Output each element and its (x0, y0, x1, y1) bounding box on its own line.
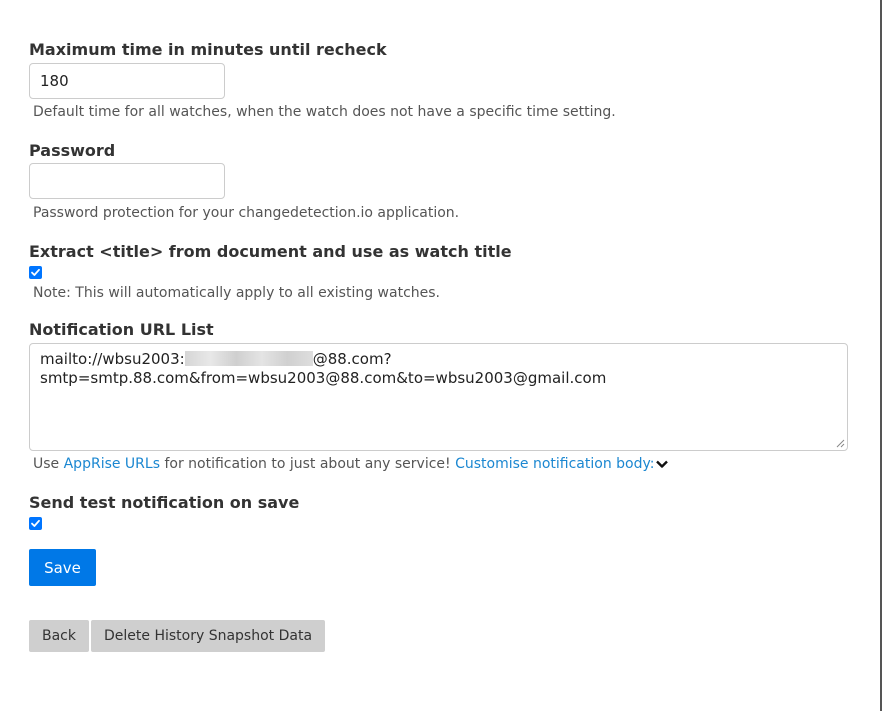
extract-title-help-text: Note: This will automatically apply to a… (33, 285, 440, 301)
notification-url-prefix: mailto://wbsu2003: (40, 350, 185, 368)
recheck-label: Maximum time in minutes until recheck (29, 40, 387, 59)
delete-history-button[interactable]: Delete History Snapshot Data (91, 620, 326, 652)
recheck-help-text: Default time for all watches, when the w… (33, 104, 616, 120)
chevron-down-icon[interactable] (655, 457, 669, 471)
password-input[interactable] (29, 163, 225, 199)
resize-grip-icon[interactable] (836, 439, 845, 448)
notification-url-line-1: mailto://wbsu2003: @88.com? (40, 350, 837, 369)
password-help-text: Password protection for your changedetec… (33, 205, 460, 221)
customise-notification-body-link[interactable]: Customise notification body: (455, 456, 654, 472)
apprise-urls-link[interactable]: AppRise URLs (64, 456, 160, 472)
back-button[interactable]: Back (29, 620, 89, 652)
notification-help-middle: for notification to just about any servi… (160, 456, 456, 472)
notification-urls-textarea[interactable]: mailto://wbsu2003: @88.com? smtp=smtp.88.… (29, 343, 848, 451)
password-label: Password (29, 141, 116, 160)
notification-help-text: Use AppRise URLs for notification to jus… (33, 456, 669, 472)
notification-url-suffix: @88.com? (312, 350, 392, 368)
recheck-minutes-input[interactable] (29, 63, 225, 99)
notification-url-line-2: smtp=smtp.88.com&from=wbsu2003@88.com&to… (40, 369, 607, 387)
notification-urls-label: Notification URL List (29, 320, 214, 339)
notification-help-prefix: Use (33, 456, 64, 472)
send-test-checkbox[interactable] (29, 517, 42, 530)
send-test-label: Send test notification on save (29, 493, 300, 512)
checkmark-icon (31, 519, 40, 527)
redacted-block (184, 351, 313, 366)
settings-page: Maximum time in minutes until recheck De… (0, 0, 882, 711)
extract-title-checkbox[interactable] (29, 266, 42, 279)
save-button[interactable]: Save (29, 549, 96, 586)
extract-title-label: Extract <title> from document and use as… (29, 242, 512, 261)
checkmark-icon (31, 268, 40, 276)
